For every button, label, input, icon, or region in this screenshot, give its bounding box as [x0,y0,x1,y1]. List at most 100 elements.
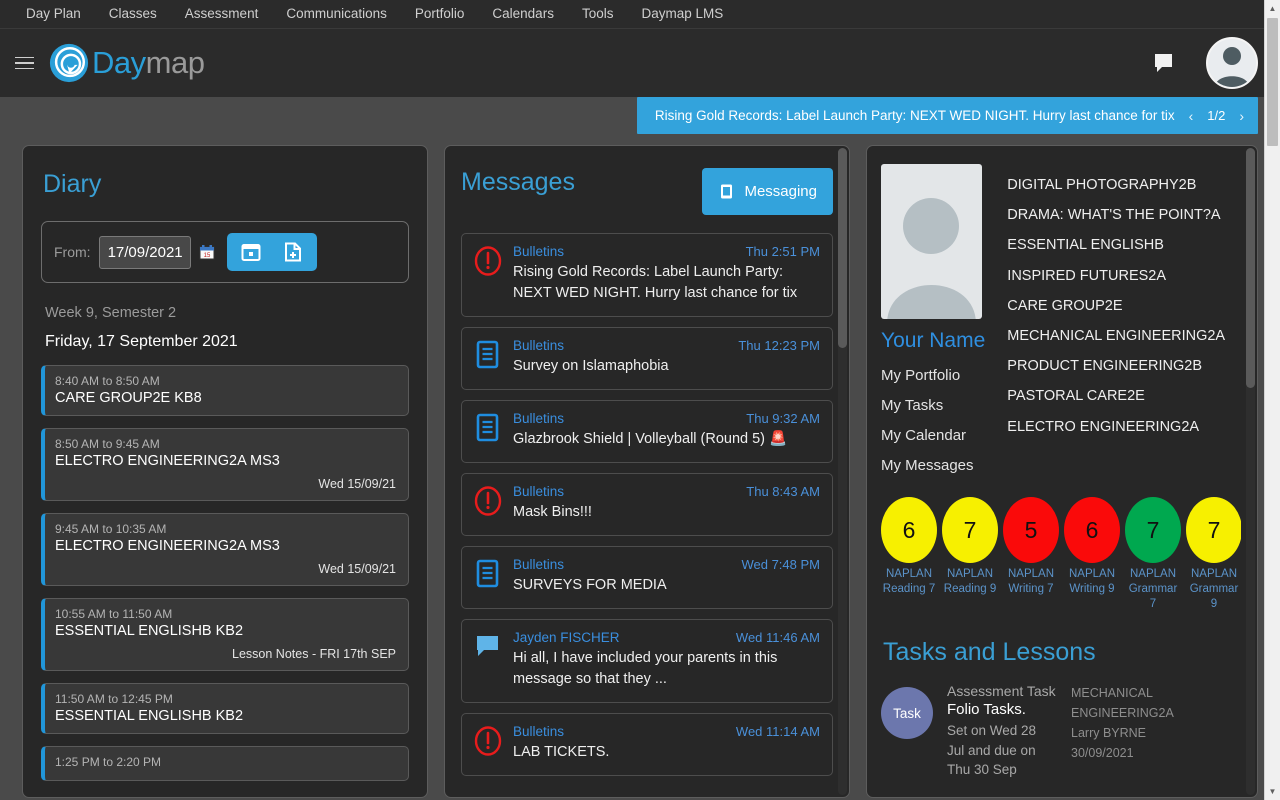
message-text: Rising Gold Records: Label Launch Party:… [513,264,798,302]
profile-links: My Portfolio My Tasks My Calendar My Mes… [881,361,985,481]
page-scrollbar[interactable]: ▲ ▼ [1264,0,1280,800]
nav-item-assessment[interactable]: Assessment [171,0,273,28]
diary-event[interactable]: 10:55 AM to 11:50 AM ESSENTIAL ENGLISHB … [41,598,409,671]
message-item[interactable]: Bulletins Thu 9:32 AM Glazbrook Shield |… [461,400,833,464]
diary-event[interactable]: 8:50 AM to 9:45 AM ELECTRO ENGINEERING2A… [41,428,409,501]
event-time: 11:50 AM to 12:45 PM [55,692,173,706]
profile-name[interactable]: Your Name [881,329,985,353]
link-my-portfolio[interactable]: My Portfolio [881,361,985,391]
profile-photo[interactable] [881,164,982,319]
message-sender: Bulletins [513,244,565,259]
naplan-result[interactable]: 6 NAPLAN Reading 7 [881,497,937,612]
diary-event[interactable]: 1:25 PM to 2:20 PM [41,746,409,781]
bulletin-document-icon [474,411,502,450]
class-item[interactable]: PASTORAL CARE2E [1007,381,1225,411]
naplan-result[interactable]: 7 NAPLAN Reading 9 [942,497,998,612]
task-item[interactable]: Task Assessment Task Folio Tasks. Set on… [881,683,1241,780]
class-item[interactable]: DIGITAL PHOTOGRAPHY2B [1007,170,1225,200]
diary-date-input[interactable] [98,235,191,269]
calendar-icon[interactable] [241,242,261,262]
announcement-banner-row: Rising Gold Records: Label Launch Party:… [0,97,1280,145]
event-time: 8:50 AM to 9:45 AM [55,437,160,451]
messaging-button[interactable]: Messaging [702,168,833,215]
nav-item-day-plan[interactable]: Day Plan [12,0,95,28]
user-avatar-icon [1214,47,1250,87]
class-item[interactable]: PRODUCT ENGINEERING2B [1007,351,1225,381]
page-scrollbar-thumb[interactable] [1267,18,1278,146]
task-dates: Set on Wed 28 Jul and due on Thu 30 Sep [947,723,1037,778]
link-my-calendar[interactable]: My Calendar [881,421,985,451]
class-item[interactable]: ELECTRO ENGINEERING2A [1007,412,1225,442]
class-item[interactable]: INSPIRED FUTURES2A [1007,261,1225,291]
message-body: Bulletins Thu 2:51 PM Rising Gold Record… [513,244,820,304]
naplan-result[interactable]: 7 NAPLAN Grammar 9 [1186,497,1241,612]
nav-item-daymap-lms[interactable]: Daymap LMS [627,0,737,28]
nav-item-calendars[interactable]: Calendars [478,0,568,28]
link-my-tasks[interactable]: My Tasks [881,391,985,421]
banner-next-button[interactable]: › [1239,108,1244,124]
bulletin-document-icon [474,557,502,596]
message-body: Bulletins Wed 7:48 PM SURVEYS FOR MEDIA [513,557,820,596]
class-item[interactable]: ESSENTIAL ENGLISHB [1007,230,1225,260]
message-text: LAB TICKETS. [513,744,610,761]
task-name: Folio Tasks. [947,701,1026,718]
message-item[interactable]: Bulletins Thu 12:23 PM Survey on Islamap… [461,327,833,391]
profile-scrollbar[interactable] [1246,148,1255,795]
messages-scrollbar[interactable] [838,148,847,795]
logo-wordmark: Daymap [92,45,205,81]
logo-map: map [145,45,205,80]
naplan-label-top: NAPLAN [1190,568,1238,580]
diary-date-picker: From: 15 [41,221,409,283]
diary-event[interactable]: 11:50 AM to 12:45 PM ESSENTIAL ENGLISHB … [41,683,409,734]
message-item[interactable]: Bulletins Wed 7:48 PM SURVEYS FOR MEDIA [461,546,833,610]
naplan-result[interactable]: 6 NAPLAN Writing 9 [1064,497,1120,612]
message-list: Bulletins Thu 2:51 PM Rising Gold Record… [461,233,833,777]
message-item[interactable]: Bulletins Thu 8:43 AM Mask Bins!!! [461,473,833,537]
naplan-score: 5 [1003,497,1059,563]
profile-content: Your Name My Portfolio My Tasks My Calen… [867,146,1257,780]
message-item[interactable]: Bulletins Thu 2:51 PM Rising Gold Record… [461,233,833,318]
event-name: ESSENTIAL ENGLISHB KB2 [55,708,244,724]
avatar[interactable] [1206,37,1258,89]
from-label: From: [54,244,91,260]
message-time: Wed 7:48 PM [741,557,820,573]
message-time: Wed 11:46 AM [735,630,820,646]
daymap-logo[interactable]: Daymap [48,42,205,84]
naplan-score: 7 [942,497,998,563]
add-document-icon[interactable] [283,242,303,262]
naplan-label-bottom: Reading 9 [943,583,997,595]
dashboard-columns: Diary From: 15 [0,145,1280,798]
tasks-lessons-title: Tasks and Lessons [883,638,1096,666]
nav-item-tools[interactable]: Tools [568,0,628,28]
nav-item-communications[interactable]: Communications [272,0,401,28]
messages-scrollbar-thumb[interactable] [838,148,847,348]
link-my-messages[interactable]: My Messages [881,451,985,481]
event-time: 9:45 AM to 10:35 AM [55,522,167,536]
diary-event[interactable]: 8:40 AM to 8:50 AM CARE GROUP2E KB8 [41,365,409,416]
message-sender: Bulletins [513,338,565,354]
scroll-up-arrow-icon[interactable]: ▲ [1265,0,1280,17]
chat-bubble-icon[interactable] [1152,51,1176,75]
class-item[interactable]: DRAMA: WHAT'S THE POINT?A [1007,200,1225,230]
announcement-banner[interactable]: Rising Gold Records: Label Launch Party:… [636,97,1258,134]
naplan-result[interactable]: 7 NAPLAN Grammar 7 [1125,497,1181,612]
profile-scrollbar-thumb[interactable] [1246,148,1255,388]
message-sender: Bulletins [513,724,565,740]
class-item[interactable]: MECHANICAL ENGINEERING2A [1007,321,1225,351]
top-navigation-bar: Day Plan Classes Assessment Communicatio… [0,0,1280,29]
calendar-small-icon[interactable]: 15 [199,244,215,260]
brand-bar: Daymap [0,29,1280,97]
daymap-swirl-icon [49,43,89,83]
nav-item-portfolio[interactable]: Portfolio [401,0,479,28]
naplan-result[interactable]: 5 NAPLAN Writing 7 [1003,497,1059,612]
message-item[interactable]: Bulletins Wed 11:14 AM LAB TICKETS. [461,713,833,777]
class-item[interactable]: CARE GROUP2E [1007,291,1225,321]
nav-item-classes[interactable]: Classes [95,0,171,28]
message-item[interactable]: Jayden FISCHER Wed 11:46 AM Hi all, I ha… [461,619,833,704]
task-teacher: Larry BYRNE [1071,726,1147,740]
diary-event[interactable]: 9:45 AM to 10:35 AM ELECTRO ENGINEERING2… [41,513,409,586]
hamburger-icon[interactable] [10,49,38,77]
banner-prev-button[interactable]: ‹ [1189,108,1194,124]
scroll-down-arrow-icon[interactable]: ▼ [1265,783,1280,800]
naplan-label-top: NAPLAN [1129,568,1177,580]
